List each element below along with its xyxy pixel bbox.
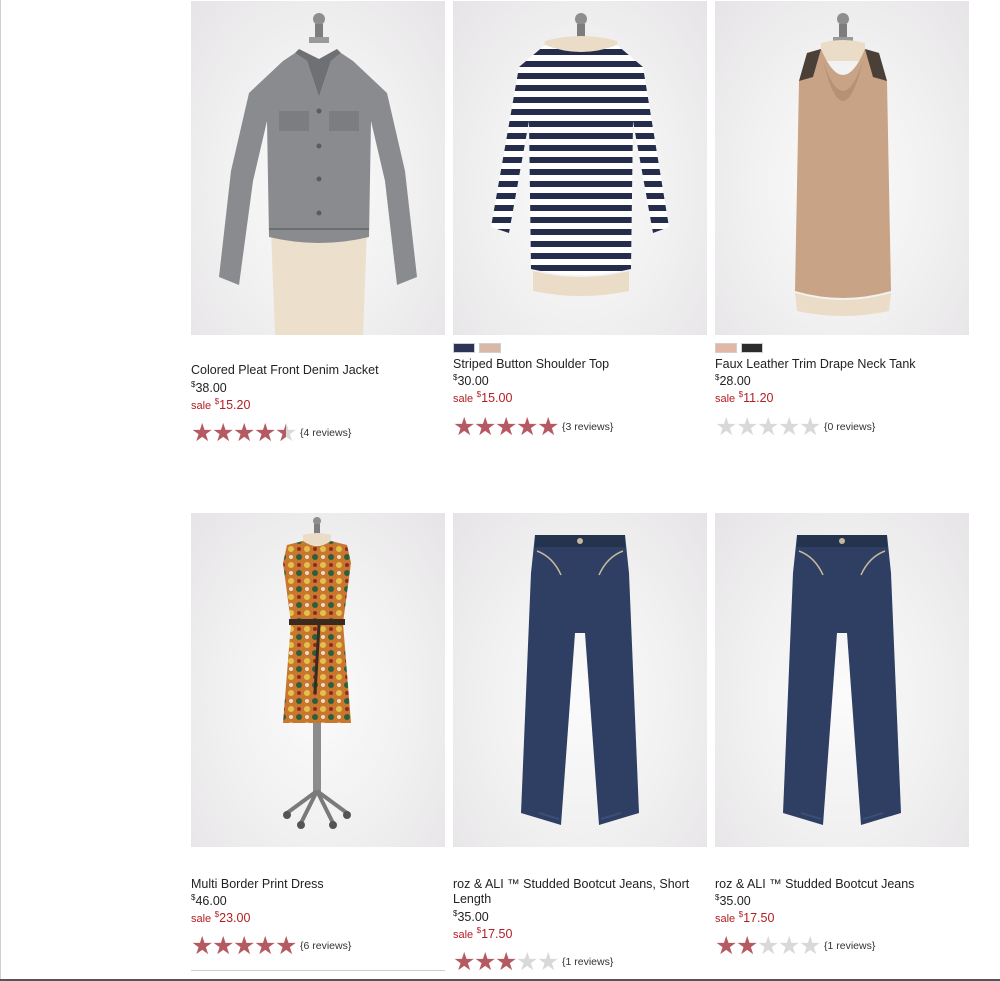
star-icon: ★ bbox=[474, 413, 497, 441]
reviews-link[interactable]: {0 reviews} bbox=[824, 421, 875, 433]
product-title[interactable]: Colored Pleat Front Denim Jacket bbox=[191, 363, 441, 378]
product-title[interactable]: roz & ALI ™ Studded Bootcut Jeans bbox=[715, 877, 965, 892]
reviews-link[interactable]: {3 reviews} bbox=[562, 421, 613, 433]
star-icon: ★ bbox=[516, 413, 539, 441]
color-swatches[interactable] bbox=[715, 343, 763, 353]
star-icon: ★ bbox=[799, 932, 822, 960]
reviews-link[interactable]: {4 reviews} bbox=[300, 427, 351, 439]
product-image-print-dress[interactable] bbox=[191, 513, 445, 847]
star-icon: ★ bbox=[275, 421, 297, 446]
color-swatch[interactable] bbox=[479, 343, 501, 353]
product-image-drape-tank[interactable] bbox=[715, 1, 969, 335]
product-image-striped-top[interactable] bbox=[453, 1, 707, 335]
product-sale-price: sale $15.00 bbox=[453, 390, 513, 405]
star-icon: ★ bbox=[736, 413, 759, 441]
product-title[interactable]: Faux Leather Trim Drape Neck Tank bbox=[715, 357, 965, 372]
product-image-jeans[interactable] bbox=[715, 513, 969, 847]
product-sale-price: sale $17.50 bbox=[715, 910, 775, 925]
star-icon: ★ bbox=[516, 948, 539, 976]
star-icon: ★ bbox=[254, 932, 277, 960]
star-icon: ★ bbox=[495, 948, 518, 976]
star-icon: ★ bbox=[191, 932, 214, 960]
rating-stars[interactable]: ★ ★ ★ ★ ★ {0 reviews} bbox=[715, 413, 875, 441]
star-icon: ★ bbox=[453, 413, 476, 441]
star-icon: ★ bbox=[715, 413, 738, 441]
star-icon: ★ bbox=[212, 932, 235, 960]
rating-stars[interactable]: ★ ★ ★ ★ ★ {1 reviews} bbox=[715, 932, 875, 960]
product-title[interactable]: roz & ALI ™ Studded Bootcut Jeans, Short… bbox=[453, 877, 703, 907]
reviews-link[interactable]: {1 reviews} bbox=[824, 940, 875, 952]
product-sale-price: sale $17.50 bbox=[453, 926, 513, 941]
star-icon: ★ bbox=[495, 413, 518, 441]
star-icon: ★ bbox=[537, 948, 560, 976]
rating-stars[interactable]: ★★★★★{4 reviews} bbox=[191, 419, 351, 447]
reviews-link[interactable]: {1 reviews} bbox=[562, 956, 613, 968]
product-price: $28.00 bbox=[715, 373, 751, 388]
star-icon: ★ bbox=[474, 948, 497, 976]
reviews-link[interactable]: {6 reviews} bbox=[300, 940, 351, 952]
product-sale-price: sale $11.20 bbox=[715, 390, 774, 405]
star-icon: ★ bbox=[212, 419, 235, 447]
product-price: $46.00 bbox=[191, 893, 227, 908]
product-image-jeans-short[interactable] bbox=[453, 513, 707, 847]
star-icon: ★ bbox=[537, 413, 560, 441]
color-swatch[interactable] bbox=[453, 343, 475, 353]
divider bbox=[191, 970, 445, 971]
color-swatch[interactable] bbox=[715, 343, 737, 353]
product-sale-price: sale $15.20 bbox=[191, 397, 251, 412]
product-price: $30.00 bbox=[453, 373, 489, 388]
star-icon: ★ bbox=[233, 419, 256, 447]
star-icon: ★ bbox=[757, 932, 780, 960]
star-icon: ★ bbox=[778, 932, 801, 960]
star-icon: ★ bbox=[757, 413, 780, 441]
star-icon: ★ bbox=[715, 932, 738, 960]
star-icon: ★ bbox=[453, 948, 476, 976]
rating-stars[interactable]: ★ ★ ★ ★ ★ {6 reviews} bbox=[191, 932, 351, 960]
star-icon: ★ bbox=[254, 419, 277, 447]
product-title[interactable]: Multi Border Print Dress bbox=[191, 877, 441, 892]
product-price: $35.00 bbox=[453, 909, 489, 924]
page-left-border bbox=[0, 0, 1, 981]
star-icon: ★ bbox=[799, 413, 822, 441]
rating-stars[interactable]: ★ ★ ★ ★ ★ {1 reviews} bbox=[453, 948, 613, 976]
product-price: $38.00 bbox=[191, 380, 227, 395]
product-title[interactable]: Striped Button Shoulder Top bbox=[453, 357, 703, 372]
star-icon: ★ bbox=[191, 419, 214, 447]
star-icon: ★ bbox=[736, 932, 759, 960]
color-swatch[interactable] bbox=[741, 343, 763, 353]
product-price: $35.00 bbox=[715, 893, 751, 908]
star-icon: ★ bbox=[233, 932, 256, 960]
rating-stars[interactable]: ★ ★ ★ ★ ★ {3 reviews} bbox=[453, 413, 613, 441]
product-image-denim-jacket[interactable] bbox=[191, 1, 445, 335]
star-icon: ★ bbox=[778, 413, 801, 441]
color-swatches[interactable] bbox=[453, 343, 501, 353]
product-sale-price: sale $23.00 bbox=[191, 910, 251, 925]
star-icon: ★ bbox=[275, 932, 298, 960]
